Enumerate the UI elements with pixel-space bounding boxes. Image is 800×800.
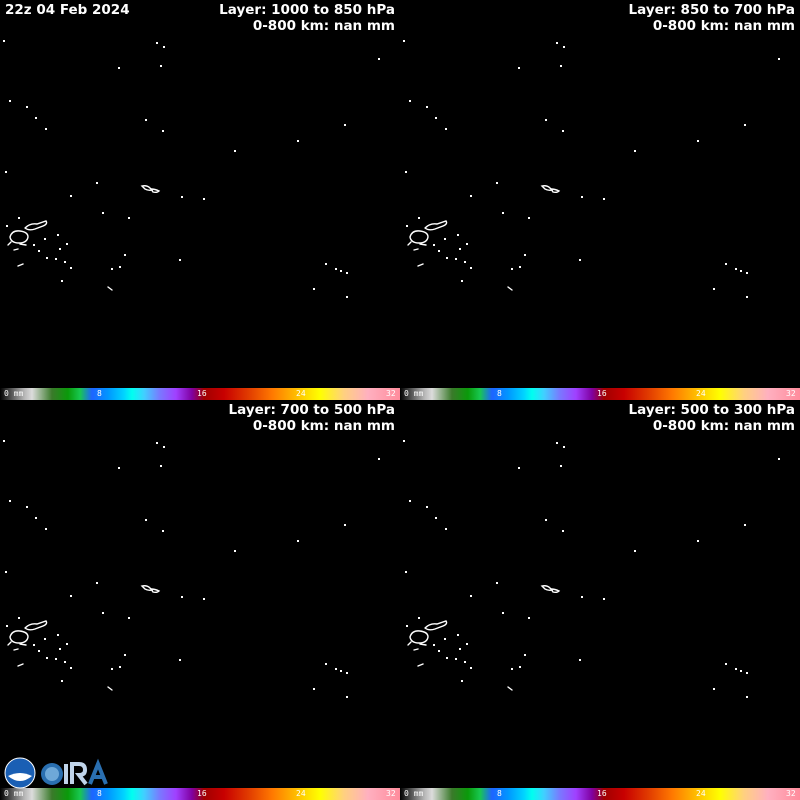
panel-layer-850-700: Layer: 850 to 700 hPa 0-800 km: nan mm 0… xyxy=(400,0,800,400)
colorbar-tick: 24 xyxy=(696,389,706,398)
colorbar-tick: 32 xyxy=(786,389,796,398)
colorbar-tick: 16 xyxy=(197,389,207,398)
summary-label: 0-800 km: nan mm xyxy=(652,18,795,34)
colorbar-tick: 16 xyxy=(597,789,607,798)
colorbar-tick: 16 xyxy=(197,789,207,798)
summary-label: 0-800 km: nan mm xyxy=(252,418,395,434)
layer-header: Layer: 850 to 700 hPa 0-800 km: nan mm xyxy=(629,2,795,34)
layer-label: Layer: 850 to 700 hPa xyxy=(628,2,795,18)
panel-layer-1000-850: 22z 04 Feb 2024 Layer: 1000 to 850 hPa 0… xyxy=(0,0,400,400)
colorbar-tick: 8 xyxy=(97,389,102,398)
colorbar: 0 mm 8 16 24 32 xyxy=(400,788,800,800)
colorbar-tick: 32 xyxy=(786,789,796,798)
noaa-logo-icon xyxy=(4,757,36,789)
colorbar-tick: 8 xyxy=(497,389,502,398)
colorbar: 0 mm 8 16 24 32 xyxy=(400,388,800,400)
colorbar-unit: 0 mm xyxy=(404,389,424,398)
panel-layer-500-300: Layer: 500 to 300 hPa 0-800 km: nan mm 0… xyxy=(400,400,800,800)
timestamp-label: 22z 04 Feb 2024 xyxy=(5,2,130,18)
layer-header: Layer: 700 to 500 hPa 0-800 km: nan mm xyxy=(229,402,395,434)
layer-header: Layer: 1000 to 850 hPa 0-800 km: nan mm xyxy=(219,2,395,34)
map-view xyxy=(3,40,380,298)
colorbar-tick: 8 xyxy=(497,789,502,798)
layer-label: Layer: 700 to 500 hPa xyxy=(228,402,395,418)
colorbar-tick: 16 xyxy=(597,389,607,398)
colorbar-unit: 0 mm xyxy=(404,789,424,798)
map-view xyxy=(403,40,780,298)
layer-label: Layer: 1000 to 850 hPa xyxy=(219,2,395,18)
layer-header: Layer: 500 to 300 hPa 0-800 km: nan mm xyxy=(629,402,795,434)
summary-label: 0-800 km: nan mm xyxy=(652,418,795,434)
map-view xyxy=(403,440,780,698)
panel-layer-700-500: Layer: 700 to 500 hPa 0-800 km: nan mm 0… xyxy=(0,400,400,800)
colorbar-tick: 32 xyxy=(386,389,396,398)
colorbar-tick: 32 xyxy=(386,789,396,798)
layer-label: Layer: 500 to 300 hPa xyxy=(628,402,795,418)
colorbar-tick: 24 xyxy=(296,389,306,398)
summary-label: 0-800 km: nan mm xyxy=(252,18,395,34)
colorbar-tick: 24 xyxy=(296,789,306,798)
logos xyxy=(4,757,108,789)
colorbar-tick: 24 xyxy=(696,789,706,798)
map-view xyxy=(3,440,380,698)
cira-logo-icon xyxy=(41,758,108,786)
colorbar-unit: 0 mm xyxy=(4,389,24,398)
colorbar: 0 mm 8 16 24 32 xyxy=(0,388,400,400)
